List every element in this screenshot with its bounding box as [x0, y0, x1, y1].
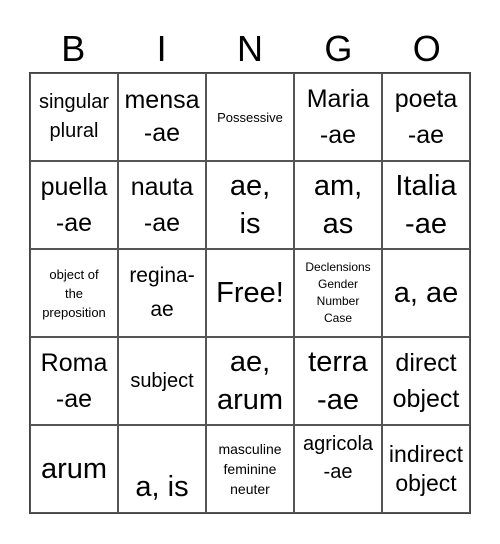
bingo-cell[interactable]: mensa -ae — [118, 73, 206, 161]
cell-text: ae, arum — [216, 346, 284, 416]
bingo-cell[interactable]: a, ae — [382, 249, 470, 337]
bingo-cell[interactable]: poeta -ae — [382, 73, 470, 161]
cell-text: Declensions Gender Number Case — [305, 260, 371, 325]
bingo-cell[interactable]: masculine feminine neuter — [206, 425, 294, 513]
header-letter-g: G — [324, 28, 353, 69]
bingo-cell[interactable]: nauta -ae — [118, 161, 206, 249]
cell-text: regina- ae — [129, 264, 195, 321]
bingo-cell[interactable]: singular plural — [30, 73, 118, 161]
cell-text: a, is — [135, 471, 189, 503]
cell-text: Roma -ae — [40, 349, 108, 413]
cell-text: poeta -ae — [394, 85, 458, 149]
bingo-cell[interactable]: Roma -ae — [30, 337, 118, 425]
bingo-cell[interactable]: Italia -ae — [382, 161, 470, 249]
bingo-cell[interactable]: Declensions Gender Number Case — [294, 249, 382, 337]
bingo-cell[interactable]: subject — [118, 337, 206, 425]
bingo-cell[interactable]: Maria -ae — [294, 73, 382, 161]
header-letter-o: O — [412, 28, 441, 69]
cell-text: puella -ae — [40, 173, 108, 237]
header-letter-b: B — [61, 28, 86, 69]
cell-text: singular plural — [38, 91, 110, 142]
cell-text: Maria -ae — [306, 85, 370, 149]
cell-text: indirect object — [388, 441, 464, 496]
cell-text: mensa -ae — [124, 86, 200, 147]
cell-text: Possessive — [217, 109, 283, 125]
bingo-cell[interactable]: arum — [30, 425, 118, 513]
cell-text: ae, is — [229, 170, 271, 240]
cell-text: nauta -ae — [130, 173, 194, 237]
bingo-grid: singular plural mensa -ae Possessive Mar… — [29, 72, 471, 514]
cell-text: Free! — [216, 277, 284, 309]
bingo-cell[interactable]: indirect object — [382, 425, 470, 513]
bingo-cell[interactable]: Possessive — [206, 73, 294, 161]
cell-text: agricola -ae — [302, 433, 374, 483]
bingo-cell[interactable]: regina- ae — [118, 249, 206, 337]
cell-text: masculine feminine neuter — [218, 441, 282, 497]
bingo-cell[interactable]: a, is — [118, 425, 206, 513]
bingo-cell[interactable]: agricola -ae — [294, 425, 382, 513]
cell-text: direct object — [392, 349, 460, 413]
header-letter-i: I — [156, 28, 167, 69]
bingo-cell[interactable]: object of the preposition — [30, 249, 118, 337]
cell-text: object of the preposition — [42, 266, 106, 320]
bingo-cell[interactable]: direct object — [382, 337, 470, 425]
bingo-cell[interactable]: terra -ae — [294, 337, 382, 425]
bingo-cell[interactable]: am, as — [294, 161, 382, 249]
bingo-cell[interactable]: ae, arum — [206, 337, 294, 425]
bingo-cell[interactable]: ae, is — [206, 161, 294, 249]
free-space[interactable]: Free! — [206, 249, 294, 337]
bingo-cell[interactable]: puella -ae — [30, 161, 118, 249]
cell-text: a, ae — [393, 277, 459, 309]
header-letter-n: N — [236, 28, 263, 69]
cell-text: terra -ae — [308, 346, 368, 416]
bingo-header: B I N G O — [29, 26, 471, 72]
cell-text: am, as — [313, 170, 363, 240]
cell-text: arum — [40, 453, 108, 485]
cell-text: Italia -ae — [395, 170, 457, 240]
cell-text: subject — [130, 369, 194, 392]
